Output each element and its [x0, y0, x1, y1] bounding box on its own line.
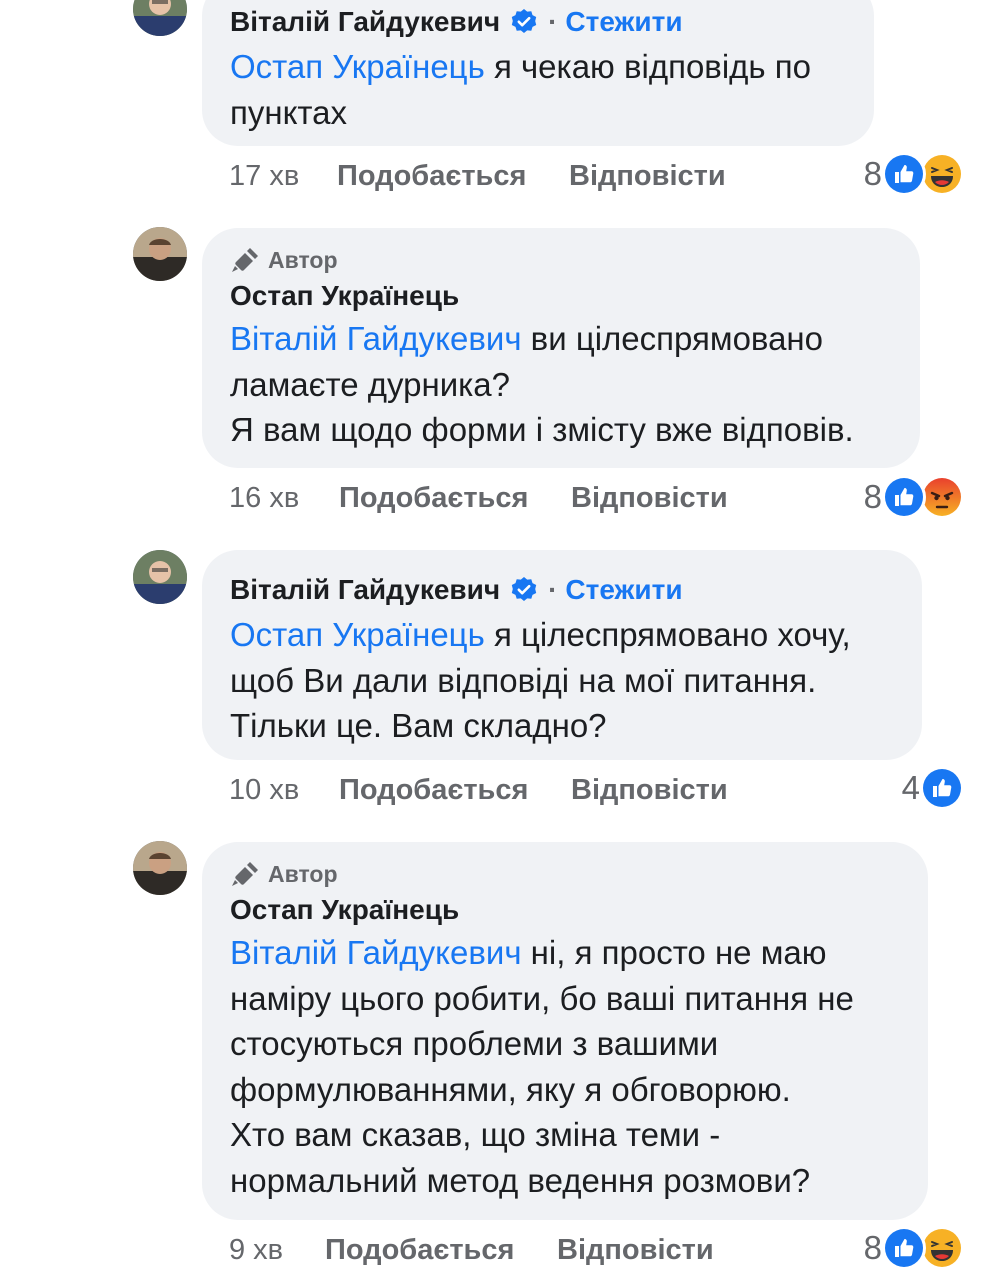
comment-text: Віталій Гайдукевич ні, я просто не маю н… [230, 934, 854, 1199]
comment-author-name[interactable]: Віталій Гайдукевич [230, 574, 500, 606]
like-reaction-icon [920, 766, 964, 810]
reply-button[interactable]: Відповісти [569, 160, 726, 193]
like-reaction-icon [882, 1226, 926, 1270]
follow-button[interactable]: Стежити [565, 574, 682, 606]
comment-author-name[interactable]: Остап Українець [230, 894, 459, 926]
author-badge: Автор [230, 858, 908, 890]
reaction-count: 8 [863, 1229, 882, 1266]
haha-reaction-icon [920, 1226, 964, 1270]
comment-timestamp[interactable]: 10 хв [229, 774, 299, 807]
verified-badge-icon [510, 8, 538, 36]
avatar-vitalii[interactable] [133, 0, 187, 36]
like-button[interactable]: Подобається [337, 160, 526, 193]
avatar-ostap[interactable] [133, 227, 187, 281]
comment-author-name[interactable]: Віталій Гайдукевич [230, 6, 500, 38]
comment-actions: 16 хв Подобається Відповісти [229, 478, 969, 518]
microphone-icon [232, 862, 258, 886]
microphone-icon [232, 248, 258, 272]
reactions-summary[interactable]: 8 [864, 1226, 964, 1270]
comment-bubble: Віталій Гайдукевич · Стежити Остап Украї… [202, 550, 922, 760]
reactions-summary[interactable]: 8 [864, 152, 964, 196]
comment-text: Віталій Гайдукевич ви цілеспрямовано лам… [230, 320, 854, 448]
like-reaction-icon [882, 475, 926, 519]
comment-text: Остап Українець я цілеспрямовано хочу, щ… [230, 616, 851, 744]
reply-button[interactable]: Відповісти [571, 482, 728, 515]
reply-button[interactable]: Відповісти [557, 1234, 714, 1267]
reactions-summary[interactable]: 4 [902, 766, 964, 810]
avatar-ostap[interactable] [133, 841, 187, 895]
comment-bubble: Автор Остап Українець Віталій Гайдукевич… [202, 842, 928, 1220]
comment-actions: 9 хв Подобається Відповісти [229, 1230, 969, 1270]
comment-bubble: Віталій Гайдукевич · Стежити Остап Украї… [202, 0, 874, 146]
mention-link[interactable]: Остап Українець [230, 48, 485, 85]
mention-link[interactable]: Віталій Гайдукевич [230, 320, 522, 357]
comment-actions: 10 хв Подобається Відповісти [229, 770, 969, 810]
like-reaction-icon [882, 152, 926, 196]
comment-bubble: Автор Остап Українець Віталій Гайдукевич… [202, 228, 920, 468]
mention-link[interactable]: Віталій Гайдукевич [230, 934, 522, 971]
separator-dot: · [548, 574, 558, 605]
comment-actions: 17 хв Подобається Відповісти [229, 156, 969, 196]
haha-reaction-icon [920, 152, 964, 196]
reply-button[interactable]: Відповісти [571, 774, 728, 807]
separator-dot: · [548, 6, 558, 37]
comment-timestamp[interactable]: 16 хв [229, 482, 299, 515]
reaction-count: 8 [863, 155, 882, 192]
mention-link[interactable]: Остап Українець [230, 616, 485, 653]
follow-button[interactable]: Стежити [565, 6, 682, 38]
comment-timestamp[interactable]: 9 хв [229, 1234, 283, 1267]
comment-author-name[interactable]: Остап Українець [230, 280, 459, 312]
like-button[interactable]: Подобається [339, 482, 528, 515]
verified-badge-icon [510, 576, 538, 604]
comment-timestamp[interactable]: 17 хв [229, 160, 299, 193]
reaction-count: 4 [901, 769, 920, 806]
reactions-summary[interactable]: 8 [864, 475, 964, 519]
like-button[interactable]: Подобається [339, 774, 528, 807]
like-button[interactable]: Подобається [325, 1234, 514, 1267]
comment-text: Остап Українець я чекаю відповідь по пун… [230, 48, 812, 131]
avatar-vitalii[interactable] [133, 550, 187, 604]
author-badge: Автор [230, 244, 900, 276]
reaction-count: 8 [863, 478, 882, 515]
angry-reaction-icon [920, 475, 964, 519]
